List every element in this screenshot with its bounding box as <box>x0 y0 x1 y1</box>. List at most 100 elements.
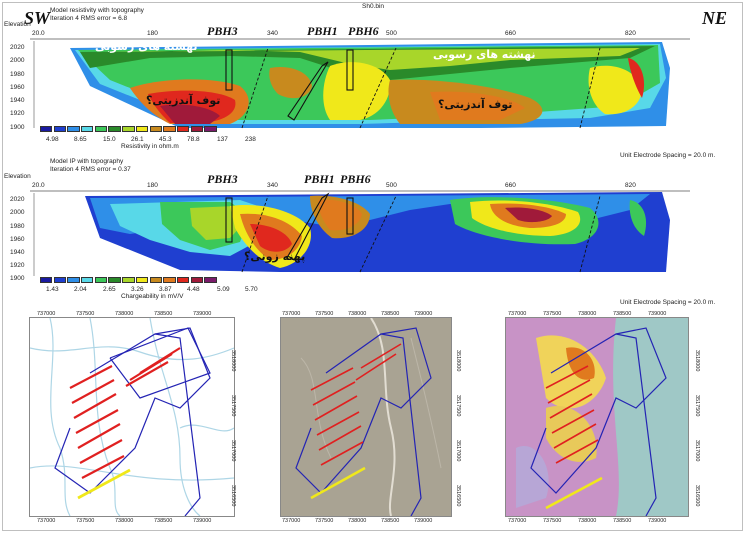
ip-section-plot <box>30 190 690 276</box>
ip-borehole-pbh6: PBH6 <box>340 172 371 186</box>
map2-x-tick: 739000 <box>414 311 433 317</box>
ip-y-tick: 2020 <box>10 196 25 203</box>
map1-x-tick-bottom: 739000 <box>193 518 212 524</box>
map1-x-tick: 739000 <box>193 311 212 317</box>
res-legend-swatch <box>67 126 80 132</box>
ip-legend-swatch <box>190 277 203 283</box>
map1-y-tick: 3516500 <box>230 485 236 507</box>
res-legend-swatch <box>53 126 67 132</box>
res-legend-value: 45.3 <box>159 136 172 143</box>
res-borehole-pbh6: PBH6 <box>348 24 379 38</box>
res-legend-swatch <box>176 126 190 132</box>
ip-legend-swatch <box>67 277 80 283</box>
res-legend-title: Resistivity in ohm.m <box>121 143 179 150</box>
map2-x-tick: 737500 <box>315 311 334 317</box>
res-legend-value: 8.65 <box>74 136 87 143</box>
res-y-tick: 2000 <box>10 57 25 64</box>
ip-legend-swatch <box>81 277 94 283</box>
map3-y-tick: 3517000 <box>694 440 700 462</box>
res-legend-value: 238 <box>245 136 256 143</box>
ip-legend-swatch <box>149 277 162 283</box>
res-spacing: Unit Electrode Spacing = 20.0 m. <box>620 152 716 159</box>
map3-x-tick-bottom: 737000 <box>508 518 527 524</box>
res-legend-swatch <box>135 126 149 132</box>
res-annotation-sediments-left: نهشته های رسوبی <box>95 40 198 53</box>
ip-annotation-zone: پهنه زونی؟ <box>244 250 306 263</box>
map2-x-tick-bottom: 737000 <box>282 518 301 524</box>
res-legend-value: 137 <box>217 136 228 143</box>
satellite-map <box>280 317 452 517</box>
res-borehole-pbh3: PBH3 <box>207 24 238 38</box>
map3-x-tick: 738500 <box>613 311 632 317</box>
ip-legend-value: 4.48 <box>187 286 200 293</box>
map1-y-tick: 3517500 <box>230 395 236 417</box>
map2-x-tick-bottom: 737500 <box>315 518 334 524</box>
map3-x-tick-bottom: 738000 <box>578 518 597 524</box>
ip-legend-value: 5.09 <box>217 286 230 293</box>
map2-y-tick: 3517500 <box>455 395 461 417</box>
map2-x-tick-bottom: 738000 <box>348 518 367 524</box>
ip-y-tick: 1980 <box>10 223 25 230</box>
ip-legend-value: 3.87 <box>159 286 172 293</box>
ip-legend-value: 1.43 <box>46 286 59 293</box>
res-model-title: Model resistivity with topography <box>50 7 144 14</box>
ip-spacing: Unit Electrode Spacing = 20.0 m. <box>620 299 716 306</box>
res-legend-value: 26.1 <box>131 136 144 143</box>
map1-x-tick-bottom: 738500 <box>154 518 173 524</box>
ip-legend-swatch <box>135 277 149 283</box>
ip-legend <box>40 277 218 283</box>
map1-x-tick-bottom: 737500 <box>76 518 95 524</box>
map1-x-tick: 737000 <box>37 311 56 317</box>
map2-x-tick: 738000 <box>348 311 367 317</box>
ip-y-tick: 2000 <box>10 209 25 216</box>
ip-legend-title: Chargeability in mV/V <box>121 293 184 300</box>
res-y-tick: 1980 <box>10 71 25 78</box>
ip-legend-swatch <box>163 277 176 283</box>
res-legend-value: 15.0 <box>103 136 116 143</box>
ip-legend-swatch <box>204 277 217 283</box>
ip-borehole-pbh1: PBH1 <box>304 172 335 186</box>
res-annotation-tuff-right: توف آندزیتی؟ <box>438 98 513 111</box>
res-legend-swatch <box>190 126 203 132</box>
ip-legend-swatch <box>53 277 67 283</box>
res-legend <box>40 126 218 132</box>
corner-ne: NE <box>702 8 728 28</box>
ip-model-title: Model IP with topography <box>50 158 124 165</box>
map1-x-tick: 737500 <box>76 311 95 317</box>
map3-x-tick: 738000 <box>578 311 597 317</box>
res-legend-value: 78.8 <box>187 136 200 143</box>
res-y-tick: 2020 <box>10 44 25 51</box>
map2-y-tick: 3516500 <box>455 485 461 507</box>
res-legend-swatch <box>94 126 108 132</box>
res-legend-swatch <box>204 126 217 132</box>
res-y-tick: 1900 <box>10 124 25 131</box>
ip-iteration: Iteration 4 RMS error = 0.37 <box>50 166 131 173</box>
map1-y-tick: 3517000 <box>230 440 236 462</box>
res-elevation-label: Elevation <box>4 21 31 28</box>
map2-y-tick: 3517000 <box>455 440 461 462</box>
topographic-map <box>29 317 235 517</box>
map3-x-tick: 737500 <box>543 311 562 317</box>
map1-x-tick: 738500 <box>154 311 173 317</box>
map2-y-tick: 3518000 <box>455 350 461 372</box>
res-legend-swatch <box>122 126 135 132</box>
res-borehole-pbh1: PBH1 <box>307 24 338 38</box>
map2-x-tick-bottom: 738500 <box>381 518 400 524</box>
map3-x-tick: 739000 <box>648 311 667 317</box>
map3-x-tick-bottom: 738500 <box>613 518 632 524</box>
map3-x-tick-bottom: 737500 <box>543 518 562 524</box>
res-legend-swatch <box>81 126 94 132</box>
res-y-tick: 1940 <box>10 97 25 104</box>
map3-y-tick: 3518000 <box>694 350 700 372</box>
res-y-tick: 1960 <box>10 84 25 91</box>
res-legend-swatch <box>40 126 53 132</box>
res-y-tick: 1920 <box>10 110 25 117</box>
file-title: Sh0.bin <box>362 3 385 10</box>
ip-legend-value: 5.70 <box>245 286 258 293</box>
res-annotation-sediments-right: نهشته های رسوبی <box>433 48 536 61</box>
res-legend-swatch <box>149 126 162 132</box>
ip-legend-value: 2.04 <box>74 286 87 293</box>
ip-borehole-pbh3: PBH3 <box>207 172 238 186</box>
anomaly-map <box>505 317 689 517</box>
map3-y-tick: 3517500 <box>694 395 700 417</box>
